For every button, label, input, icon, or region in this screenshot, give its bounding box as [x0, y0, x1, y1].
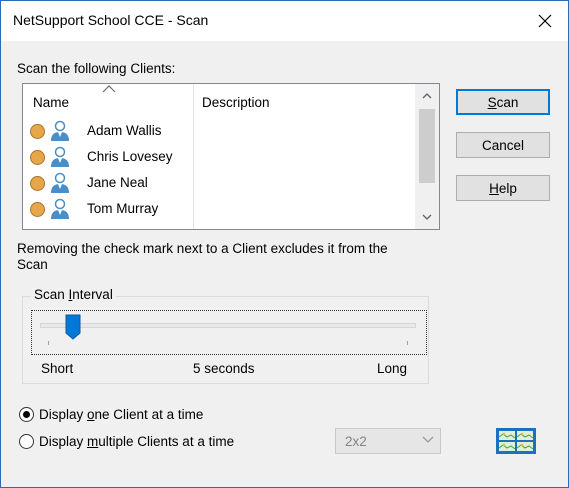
title-bar[interactable]: NetSupport School CCE - Scan: [1, 1, 568, 41]
list-item[interactable]: Jane Neal: [23, 170, 193, 196]
display-one-radio[interactable]: Display one Client at a time: [19, 404, 203, 424]
scan-button-accel: S: [487, 94, 497, 110]
status-indicator: [30, 124, 45, 139]
scan-interval-group-title: Scan Interval: [31, 287, 116, 302]
clients-list[interactable]: Name Description Adam Wallis Chris Loves…: [22, 83, 440, 230]
status-indicator: [30, 202, 45, 217]
column-header-description[interactable]: Description: [202, 95, 270, 110]
clients-section-label: Scan the following Clients:: [17, 61, 176, 76]
help-button-accel: H: [489, 180, 499, 196]
chevron-up-icon: [422, 93, 432, 99]
scroll-thumb[interactable]: [419, 109, 435, 183]
window-title: NetSupport School CCE - Scan: [13, 12, 209, 28]
scroll-up-button[interactable]: [415, 84, 439, 108]
person-icon: [51, 146, 69, 167]
interval-max-label: Long: [377, 361, 408, 376]
interval-value-label: 5 seconds: [193, 361, 255, 376]
client-name: Adam Wallis: [87, 123, 162, 138]
chevron-down-icon: [422, 214, 432, 220]
display-one-prefix: Display: [39, 406, 88, 422]
group-title-rest: nterval: [72, 287, 113, 302]
scan-button-label: can: [496, 94, 519, 110]
client-name: Tom Murray: [87, 201, 159, 216]
list-item[interactable]: Adam Wallis: [23, 118, 193, 144]
list-item[interactable]: Chris Lovesey: [23, 144, 193, 170]
slider-tick-max: [407, 341, 408, 345]
close-button[interactable]: [522, 1, 568, 41]
help-button-label: elp: [498, 180, 517, 196]
display-multiple-radio[interactable]: Display multiple Clients at a time: [19, 431, 234, 451]
vertical-scrollbar[interactable]: [415, 84, 439, 229]
slider-tick-min: [48, 341, 49, 345]
layout-select[interactable]: 2x2: [335, 428, 441, 454]
status-indicator: [30, 176, 45, 191]
display-one-rest: ne Client at a time: [94, 406, 204, 422]
person-icon: [51, 198, 69, 219]
slider-focus-rect: [31, 310, 427, 355]
interval-slider-track[interactable]: [40, 323, 416, 328]
close-icon: [538, 14, 552, 28]
client-name: Chris Lovesey: [87, 149, 173, 164]
cancel-button-label: Cancel: [481, 137, 525, 153]
interval-min-label: Short: [41, 361, 74, 376]
interval-slider-thumb[interactable]: [65, 314, 81, 340]
layout-select-value: 2x2: [345, 434, 367, 449]
client-name: Jane Neal: [87, 175, 148, 190]
scan-dialog: NetSupport School CCE - Scan Scan the fo…: [0, 0, 569, 488]
chevron-down-icon: [422, 436, 434, 443]
list-item[interactable]: Tom Murray: [23, 196, 193, 222]
grid-layout-icon[interactable]: [495, 427, 537, 455]
hint-text: Removing the check mark next to a Client…: [17, 241, 388, 272]
cancel-button[interactable]: Cancel: [456, 132, 550, 158]
list-header: Name Description: [23, 84, 417, 114]
scroll-down-button[interactable]: [415, 205, 439, 229]
radio-button-multiple[interactable]: [19, 433, 34, 449]
help-button[interactable]: Help: [456, 175, 550, 201]
display-multi-prefix: Display: [39, 433, 88, 449]
column-divider: [193, 84, 194, 229]
group-title-prefix: Scan: [34, 287, 69, 302]
sort-ascending-icon: [102, 85, 116, 93]
person-icon: [51, 172, 69, 193]
display-multiple-label: Display multiple Clients at a time: [39, 434, 234, 449]
status-indicator: [30, 150, 45, 165]
display-multi-rest: ultiple Clients at a time: [98, 433, 235, 449]
person-icon: [51, 120, 69, 141]
display-one-label: Display one Client at a time: [39, 407, 203, 422]
scan-button[interactable]: Scan: [456, 89, 550, 115]
display-one-accel: o: [87, 406, 95, 422]
radio-button-one[interactable]: [19, 406, 34, 422]
column-header-name[interactable]: Name: [33, 95, 69, 110]
display-multi-accel: m: [87, 433, 99, 449]
